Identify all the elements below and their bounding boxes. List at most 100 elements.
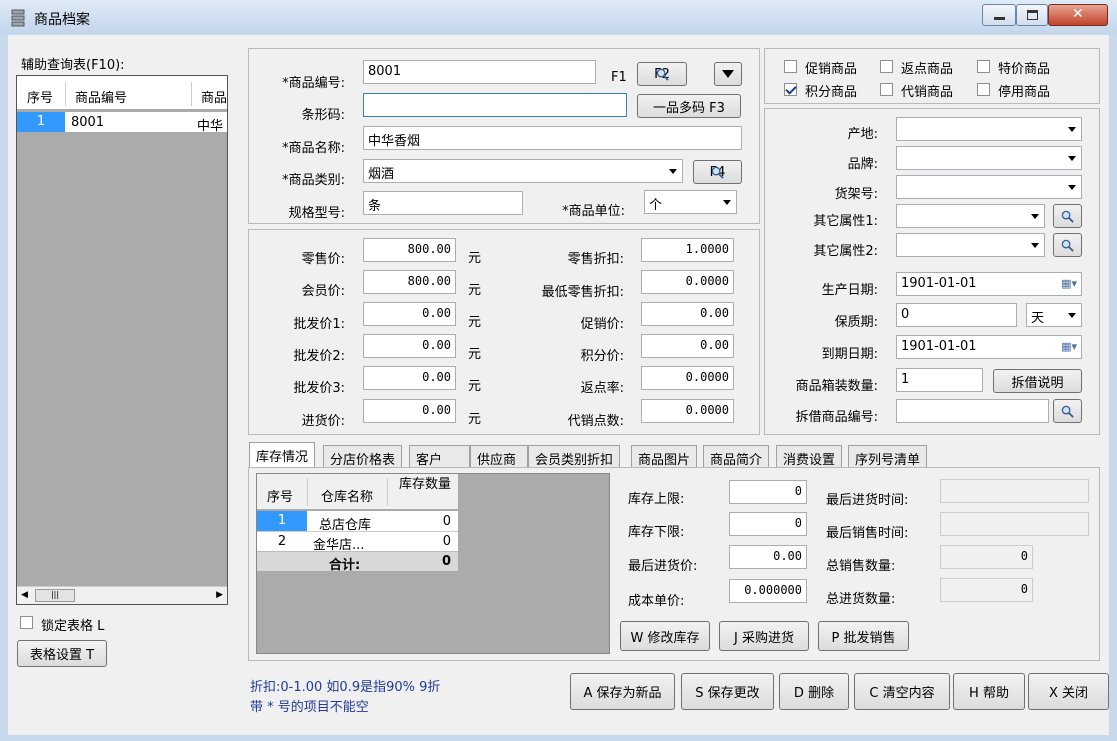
purchase-price-label: 进货价: bbox=[301, 414, 345, 429]
box-qty-input[interactable]: 1 bbox=[896, 368, 983, 392]
modify-stock-button[interactable]: W 修改库存 bbox=[620, 621, 710, 651]
aux-grid[interactable]: 序号 商品编号 商品 1 8001 中华 ◀ ||| ▶ bbox=[16, 75, 228, 605]
other2-select[interactable] bbox=[896, 233, 1045, 257]
scroll-left-icon[interactable]: ◀ bbox=[21, 590, 28, 600]
last-price-label: 最后进货价: bbox=[628, 559, 698, 574]
points-checkbox[interactable] bbox=[784, 83, 797, 96]
dropdown-button[interactable] bbox=[714, 62, 742, 86]
category-value: 烟酒 bbox=[368, 167, 395, 182]
other1-search-button[interactable] bbox=[1053, 204, 1082, 228]
retail-discount-input[interactable]: 1.0000 bbox=[641, 238, 734, 262]
help-button[interactable]: H 帮助 bbox=[953, 673, 1025, 710]
horizontal-scrollbar[interactable]: ◀ ||| ▶ bbox=[17, 586, 227, 604]
promo-price-input[interactable]: 0.00 bbox=[641, 302, 734, 326]
lock-table-checkbox[interactable] bbox=[20, 616, 33, 629]
consign-points-input[interactable]: 0.0000 bbox=[641, 399, 734, 423]
split-code-input[interactable] bbox=[896, 399, 1049, 423]
category-select[interactable]: 烟酒 bbox=[363, 159, 683, 183]
f4-search-button[interactable]: F4 bbox=[693, 160, 742, 184]
wholesale2-input[interactable]: 0.00 bbox=[363, 334, 456, 358]
shelf-life-unit-select[interactable]: 天 bbox=[1026, 303, 1082, 327]
split-info-button[interactable]: 拆借说明 bbox=[993, 369, 1082, 393]
other1-select[interactable] bbox=[896, 204, 1045, 228]
clear-button[interactable]: C 清空内容 bbox=[854, 673, 950, 710]
calendar-icon[interactable]: ▦▾ bbox=[1061, 340, 1077, 353]
tab-serial[interactable]: 序列号清单 bbox=[848, 445, 928, 468]
stock-upper-label: 库存上限: bbox=[628, 492, 685, 507]
stock-upper-input[interactable]: 0 bbox=[729, 480, 807, 504]
tab-stock[interactable]: 库存情况 bbox=[249, 442, 316, 468]
caret-down-icon bbox=[722, 70, 734, 78]
tab-customer[interactable]: 客户 bbox=[409, 445, 470, 468]
wholesale3-input[interactable]: 0.00 bbox=[363, 366, 456, 390]
barcode-input[interactable] bbox=[363, 93, 627, 117]
wholesale1-input[interactable]: 0.00 bbox=[363, 302, 456, 326]
promo-label: 促销商品 bbox=[805, 62, 858, 77]
tab-intro[interactable]: 商品简介 bbox=[703, 445, 770, 468]
multi-code-button[interactable]: 一品多码 F3 bbox=[637, 94, 741, 118]
search-icon bbox=[656, 68, 669, 81]
cost-input[interactable]: 0.000000 bbox=[729, 579, 807, 603]
chevron-down-icon bbox=[1068, 185, 1076, 190]
stock-header-seq: 序号 bbox=[267, 490, 294, 505]
brand-select[interactable] bbox=[896, 146, 1082, 170]
tab-supplier[interactable]: 供应商 bbox=[470, 445, 528, 468]
retail-price-input[interactable]: 800.00 bbox=[363, 238, 456, 262]
code-input[interactable]: 8001 bbox=[363, 60, 596, 84]
retail-discount-label: 零售折扣: bbox=[567, 252, 624, 267]
close-button[interactable]: X 关闭 bbox=[1028, 673, 1109, 710]
member-price-label: 会员价: bbox=[301, 284, 345, 299]
required-note: 带 * 号的项目不能空 bbox=[250, 700, 369, 715]
last-sale-time-input[interactable] bbox=[940, 512, 1089, 536]
member-price-input[interactable]: 800.00 bbox=[363, 270, 456, 294]
tab-member-discount[interactable]: 会员类别折扣 bbox=[528, 445, 621, 468]
last-sale-time-label: 最后销售时间: bbox=[826, 526, 909, 541]
min-discount-label: 最低零售折扣: bbox=[541, 285, 624, 300]
origin-select[interactable] bbox=[896, 117, 1082, 141]
chevron-down-icon bbox=[1031, 214, 1039, 219]
purchase-button[interactable]: J 采购进货 bbox=[719, 621, 809, 651]
minimize-button[interactable] bbox=[982, 4, 1016, 26]
maximize-button[interactable] bbox=[1016, 4, 1048, 26]
wholesale-button[interactable]: P 批发销售 bbox=[818, 621, 909, 651]
tab-branch-price[interactable]: 分店价格表 bbox=[323, 445, 403, 468]
last-in-time-input[interactable] bbox=[940, 479, 1089, 503]
aux-grid-title: 辅助查询表(F10): bbox=[21, 58, 125, 73]
shelf-select[interactable] bbox=[896, 175, 1082, 199]
search-icon bbox=[1061, 239, 1074, 252]
table-settings-button[interactable]: 表格设置 T bbox=[17, 640, 107, 667]
expiry-input[interactable]: 1901-01-01 ▦▾ bbox=[896, 335, 1082, 359]
scroll-right-icon[interactable]: ▶ bbox=[216, 590, 223, 600]
rebate-checkbox[interactable] bbox=[880, 60, 893, 73]
promo-checkbox[interactable] bbox=[784, 60, 797, 73]
scroll-thumb[interactable]: ||| bbox=[35, 589, 75, 602]
save-change-button[interactable]: S 保存更改 bbox=[681, 673, 774, 710]
rebate-rate-input[interactable]: 0.0000 bbox=[641, 366, 734, 390]
mfg-date-input[interactable]: 1901-01-01 ▦▾ bbox=[896, 272, 1082, 296]
total-sales-input[interactable]: 0 bbox=[940, 545, 1033, 569]
shelf-life-input[interactable]: 0 bbox=[896, 303, 1017, 327]
last-price-input[interactable]: 0.00 bbox=[729, 545, 807, 569]
points-price-input[interactable]: 0.00 bbox=[641, 334, 734, 358]
purchase-price-input[interactable]: 0.00 bbox=[363, 399, 456, 423]
tab-images[interactable]: 商品图片 bbox=[631, 445, 698, 468]
disabled-checkbox[interactable] bbox=[977, 83, 990, 96]
save-new-button[interactable]: A 保存为新品 bbox=[570, 673, 675, 710]
special-checkbox[interactable] bbox=[977, 60, 990, 73]
name-input[interactable]: 中华香烟 bbox=[363, 126, 742, 150]
tab-consume[interactable]: 消费设置 bbox=[776, 445, 843, 468]
unit-select[interactable]: 个 bbox=[644, 190, 737, 214]
stock-grid[interactable]: 序号 仓库名称 库存数量 1 总店仓库 0 2 金华店... 0 合计: 0 bbox=[256, 473, 610, 654]
aux-row-name: 中华 bbox=[197, 119, 224, 134]
close-window-button[interactable]: ✕ bbox=[1048, 4, 1108, 26]
total-in-input[interactable]: 0 bbox=[940, 578, 1033, 602]
split-code-search-button[interactable] bbox=[1053, 399, 1082, 423]
calendar-icon[interactable]: ▦▾ bbox=[1061, 277, 1077, 290]
other2-search-button[interactable] bbox=[1053, 233, 1082, 257]
spec-input[interactable]: 条 bbox=[363, 191, 523, 215]
consign-checkbox[interactable] bbox=[880, 83, 893, 96]
delete-button[interactable]: D 删除 bbox=[779, 673, 849, 710]
min-discount-input[interactable]: 0.0000 bbox=[641, 270, 734, 294]
stock-lower-input[interactable]: 0 bbox=[729, 512, 807, 536]
f2-search-button[interactable]: F2 bbox=[637, 62, 687, 86]
